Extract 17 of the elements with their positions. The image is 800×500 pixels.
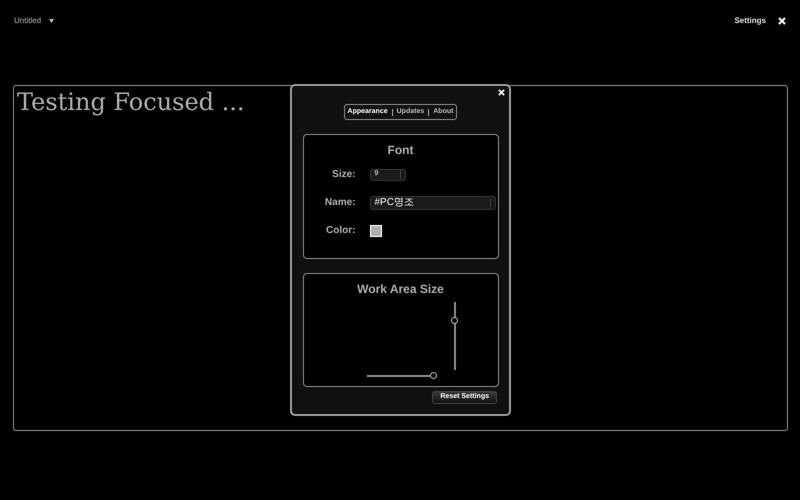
document-title[interactable]: Untitled bbox=[14, 15, 42, 27]
color-label: Color: bbox=[325, 224, 356, 238]
name-dropdown[interactable]: #PC명조 bbox=[370, 196, 496, 210]
size-label: Size: bbox=[331, 168, 356, 182]
settings-link[interactable]: Settings bbox=[734, 15, 766, 27]
close-icon[interactable] bbox=[778, 17, 786, 25]
caret-icon[interactable] bbox=[49, 19, 54, 23]
name-label: Name: bbox=[324, 196, 356, 210]
panel-title: Work Area Size bbox=[357, 281, 444, 298]
height-slider[interactable] bbox=[450, 302, 458, 370]
panel-title: Font bbox=[388, 142, 414, 159]
slider-thumb[interactable] bbox=[430, 372, 436, 379]
slider-thumb[interactable] bbox=[450, 317, 458, 324]
width-slider[interactable] bbox=[366, 372, 436, 380]
close-icon[interactable] bbox=[498, 89, 505, 96]
color-swatch[interactable] bbox=[370, 224, 382, 236]
editor-text: Testing Focused ... bbox=[17, 87, 245, 118]
